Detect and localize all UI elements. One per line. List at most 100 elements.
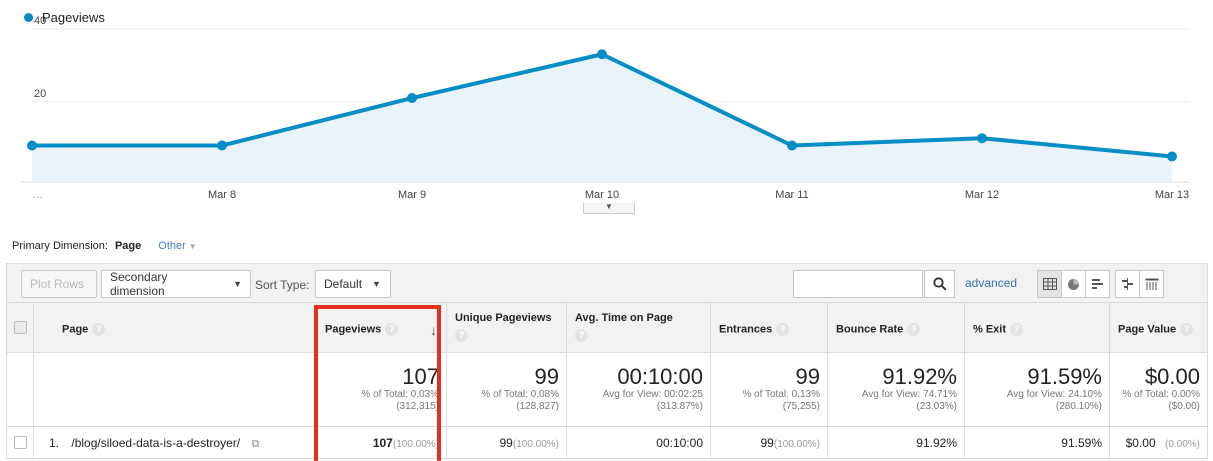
totals-sub: (128,827) — [516, 401, 559, 412]
help-icon[interactable]: ? — [575, 329, 588, 342]
plot-rows-label: Plot Rows — [30, 277, 85, 291]
sort-type-dropdown[interactable]: Default ▼ — [315, 270, 391, 298]
sort-descending-icon[interactable]: ↓ — [430, 322, 437, 338]
advanced-filter-link[interactable]: advanced — [965, 276, 1017, 290]
totals-sub: ($0.00) — [1168, 401, 1200, 412]
pageviews-chart: 20 40… Mar 8 Mar 9 Mar 10 Mar 11 Mar 12 Mar 13 … — [0, 0, 1213, 218]
sort-type-label: Sort Type: — [255, 278, 310, 292]
legend-dot-icon — [24, 13, 33, 22]
row-bounce-rate-value: 91.92% — [916, 436, 957, 450]
totals-page-cell — [34, 353, 317, 426]
totals-pageviews: 107 % of Total: 0.03% (312,315) — [317, 353, 447, 426]
x-tick-label: Mar 13 — [1155, 189, 1189, 201]
caret-down-icon[interactable]: ▼ — [189, 242, 197, 251]
row-index: 1. — [49, 436, 60, 450]
caret-down-icon: ▼ — [372, 279, 381, 289]
help-icon[interactable]: ? — [907, 323, 921, 336]
header-page-label: Page — [62, 323, 89, 336]
secondary-dimension-label: Secondary dimension — [110, 270, 168, 298]
x-tick-label: Mar 11 — [775, 189, 808, 201]
help-icon[interactable]: ? — [92, 323, 106, 336]
row-unique-pageviews-value: 99 — [499, 436, 513, 450]
primary-dimension-label: Primary Dimension: — [12, 240, 108, 252]
row-page-link[interactable]: /blog/siloed-data-is-a-destroyer/ — [71, 436, 240, 450]
table-totals-row: 107 % of Total: 0.03% (312,315) 99 % of … — [7, 353, 1207, 427]
search-button[interactable] — [924, 270, 955, 298]
totals-bounce-rate: 91.92% Avg for View: 74.71% (23.03%) — [828, 353, 965, 426]
table-search-input[interactable] — [793, 270, 923, 298]
help-icon[interactable]: ? — [385, 323, 399, 336]
secondary-dimension-dropdown[interactable]: Secondary dimension ▼ — [101, 270, 251, 298]
totals-sub: Avg for View: 74.71% — [861, 389, 957, 400]
header-unique-pageviews-label: Unique Pageviews — [455, 312, 552, 324]
data-point — [597, 49, 607, 60]
chart-legend: Pageviews — [24, 10, 105, 25]
table-toolbar: Plot Rows Secondary dimension ▼ Sort Typ… — [6, 263, 1208, 303]
primary-dimension-other[interactable]: Other — [158, 240, 186, 252]
x-tick-label: … — [32, 189, 43, 201]
header-page-value-label: Page Value — [1118, 323, 1177, 336]
view-table-button[interactable] — [1037, 270, 1062, 298]
help-icon[interactable]: ? — [1010, 323, 1024, 336]
totals-unique-pageviews: 99 % of Total: 0.08% (128,827) — [447, 353, 567, 426]
data-table: Page? Pageviews? ↓ Unique Pageviews? Avg… — [6, 303, 1208, 459]
row-page-cell: 1. /blog/siloed-data-is-a-destroyer/ ⧉ — [34, 427, 317, 458]
caret-down-icon: ▼ — [233, 279, 242, 289]
row-exit-value: 91.59% — [1061, 436, 1102, 450]
view-pivot-button[interactable] — [1139, 270, 1164, 298]
totals-page-value: $0.00 % of Total: 0.00% ($0.00) — [1110, 353, 1207, 426]
totals-sub: % of Total: 0.03% — [361, 389, 439, 400]
row-entrances-pct: (100.00%) — [773, 439, 820, 450]
view-switcher — [1037, 270, 1164, 298]
pivot-icon — [1145, 278, 1158, 290]
view-pie-button[interactable] — [1061, 270, 1086, 298]
header-page-value[interactable]: Page Value? — [1110, 303, 1207, 352]
row-checkbox[interactable] — [13, 436, 27, 449]
chevron-down-icon: ▼ — [605, 202, 613, 211]
row-bounce-rate: 91.92% — [828, 427, 965, 458]
x-tick-label: Mar 8 — [208, 189, 236, 201]
select-all-checkbox[interactable] — [13, 321, 27, 334]
header-unique-pageviews[interactable]: Unique Pageviews? — [447, 303, 567, 352]
totals-value: 91.92% — [882, 364, 957, 389]
totals-value: 91.59% — [1027, 364, 1102, 389]
totals-exit: 91.59% Avg for View: 24.10% (280.10%) — [965, 353, 1110, 426]
data-point — [407, 93, 417, 104]
chart-collapse-toggle[interactable]: ▼ — [583, 203, 635, 214]
plot-rows-button[interactable]: Plot Rows — [21, 270, 97, 298]
help-icon[interactable]: ? — [455, 329, 468, 342]
x-tick-label: Mar 9 — [398, 189, 426, 201]
totals-sub: % of Total: 0.13% — [742, 389, 820, 400]
data-point — [787, 140, 797, 151]
totals-entrances: 99 % of Total: 0.13% (75,255) — [711, 353, 828, 426]
row-unique-pageviews-pct: (100.00%) — [512, 439, 559, 450]
header-avg-time-label: Avg. Time on Page — [575, 312, 673, 324]
totals-value: 99 — [795, 364, 820, 389]
x-tick-label: Mar 12 — [965, 189, 999, 201]
header-bounce-rate-label: Bounce Rate — [836, 323, 904, 336]
header-bounce-rate[interactable]: Bounce Rate? — [828, 303, 965, 352]
row-entrances-value: 99 — [760, 436, 774, 450]
totals-sub: Avg for View: 24.10% — [1006, 389, 1102, 400]
data-point — [1167, 151, 1177, 162]
header-entrances[interactable]: Entrances? — [711, 303, 828, 352]
totals-sub: (23.03%) — [916, 401, 957, 412]
totals-value: 00:10:00 — [617, 364, 703, 389]
header-avg-time[interactable]: Avg. Time on Page? — [567, 303, 711, 352]
view-comparison-button[interactable] — [1115, 270, 1140, 298]
view-performance-button[interactable] — [1085, 270, 1110, 298]
totals-sub: (312,315) — [396, 401, 439, 412]
row-page-value-value: $0.00 — [1125, 436, 1156, 450]
open-external-icon[interactable]: ⧉ — [251, 438, 259, 450]
totals-sub: (75,255) — [782, 401, 820, 412]
header-exit[interactable]: % Exit? — [965, 303, 1110, 352]
header-page[interactable]: Page? — [34, 303, 317, 352]
totals-sub: (280.10%) — [1055, 401, 1102, 412]
help-icon[interactable]: ? — [776, 323, 790, 336]
help-icon[interactable]: ? — [1180, 323, 1194, 336]
table-view-icon — [1042, 278, 1057, 290]
header-pageviews[interactable]: Pageviews? ↓ — [317, 303, 447, 352]
totals-sub: (313.87%) — [656, 401, 703, 412]
primary-dimension-page[interactable]: Page — [115, 240, 141, 252]
legend-label: Pageviews — [42, 10, 105, 25]
